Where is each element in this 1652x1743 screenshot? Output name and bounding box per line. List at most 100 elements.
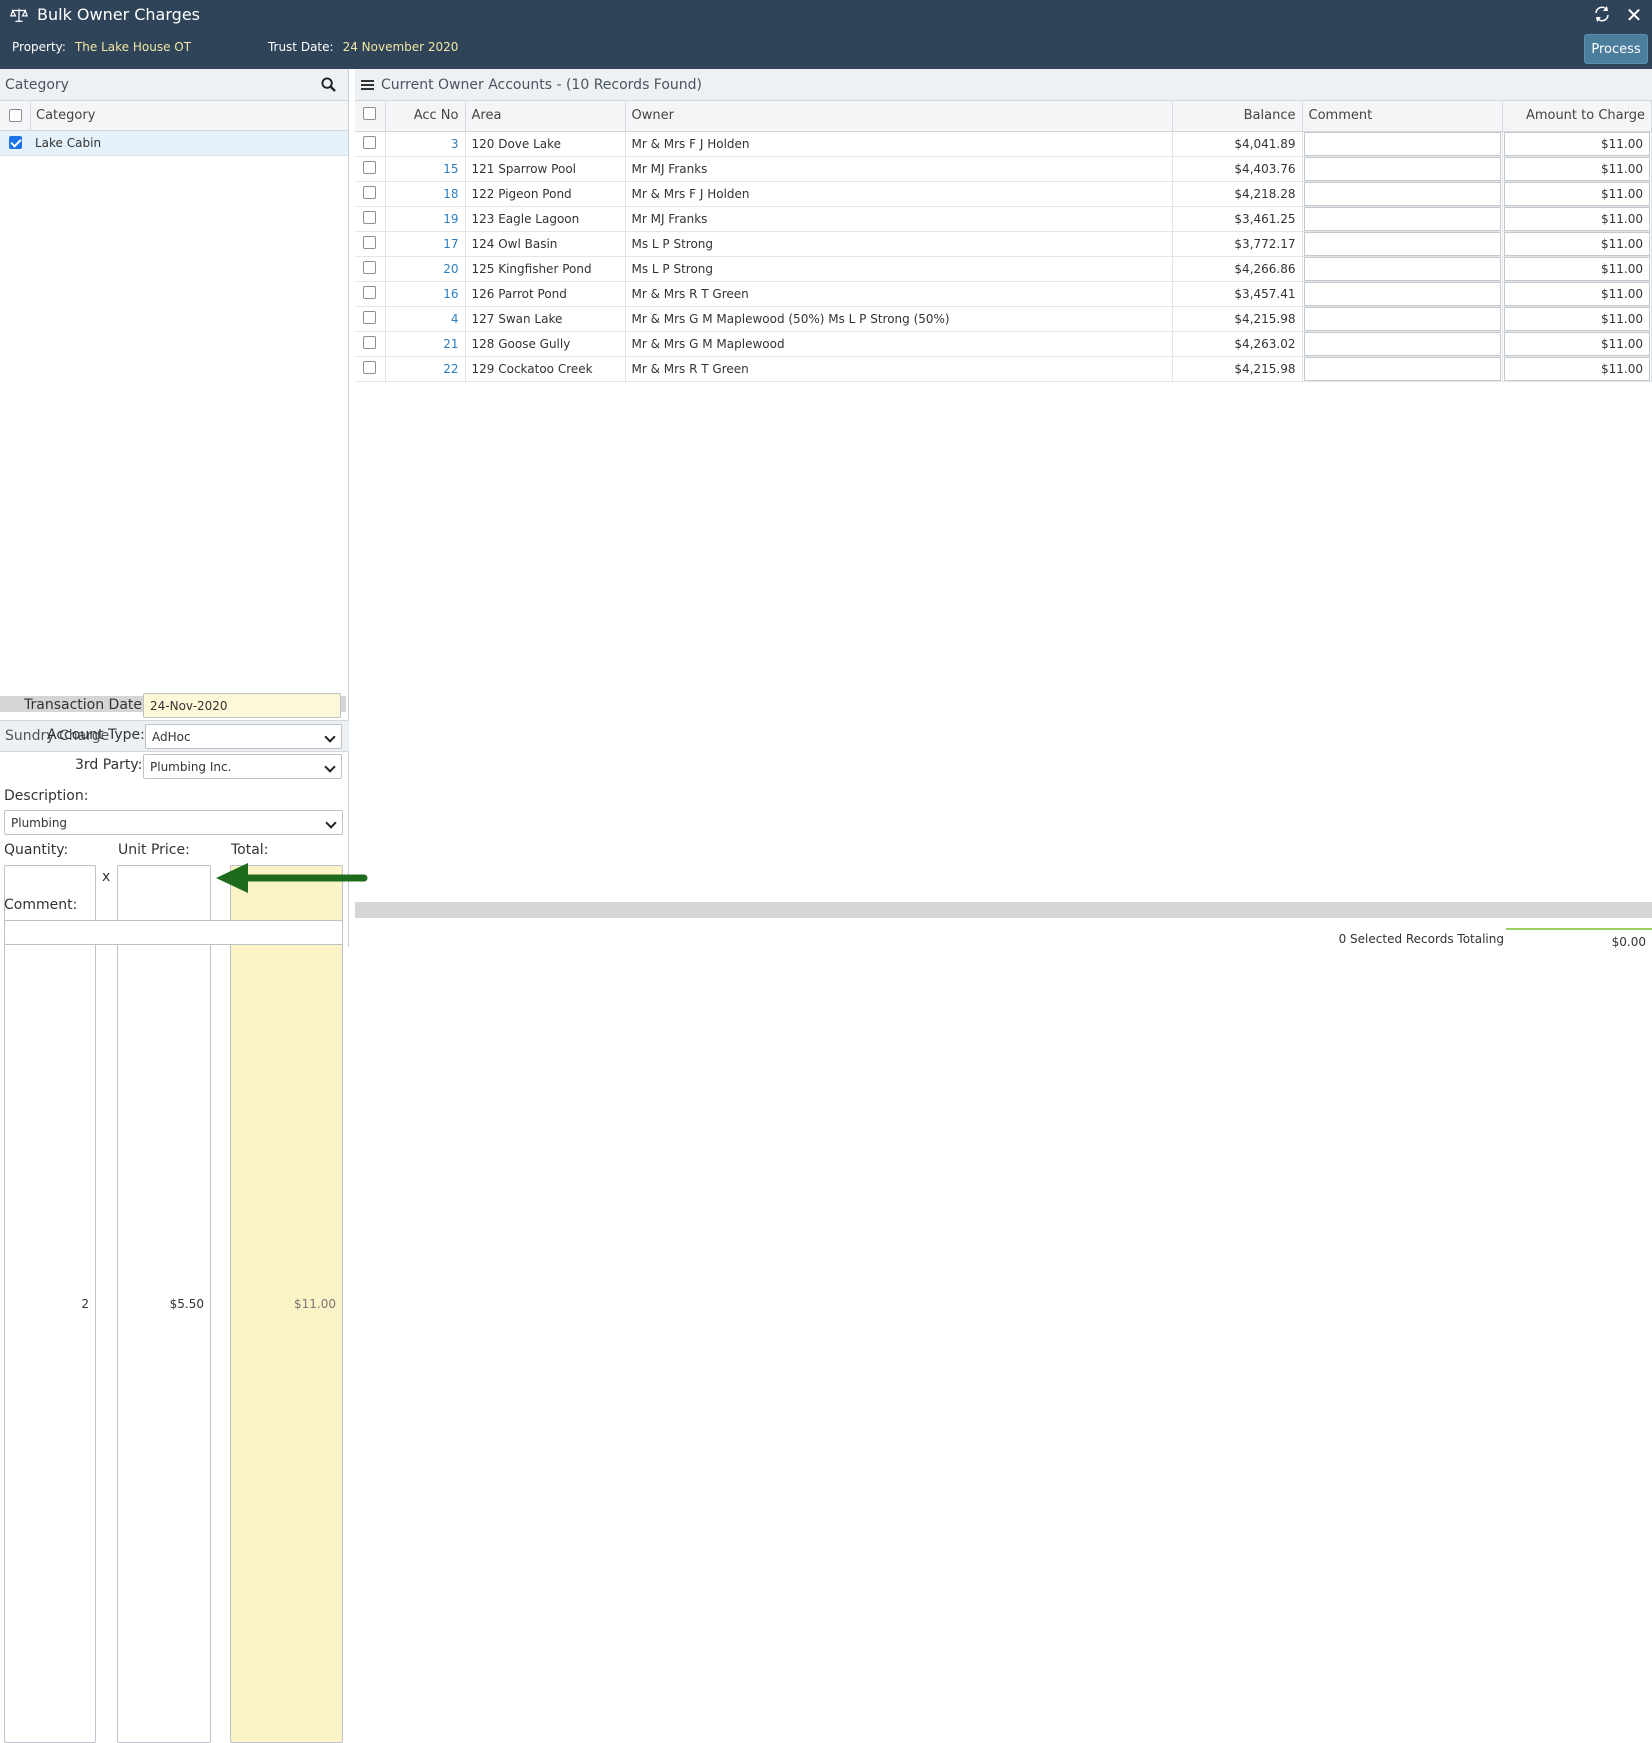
comment-cell-input[interactable] [1303,306,1501,331]
acc-no-link[interactable]: 22 [385,356,466,382]
table-row[interactable]: 21 128 Goose Gully Mr & Mrs G M Maplewoo… [355,331,1652,357]
comment-cell-input[interactable] [1303,131,1501,156]
amount-cell-input[interactable]: $11.00 [1503,131,1650,156]
unit-price-label: Unit Price: [118,842,190,858]
menu-icon[interactable] [361,78,375,92]
acc-no-link[interactable]: 16 [385,281,466,307]
row-checkbox[interactable] [363,210,377,224]
amount-cell-input[interactable]: $11.00 [1503,331,1650,356]
process-button[interactable]: Process [1584,34,1648,64]
amount-cell-input[interactable]: $11.00 [1503,206,1650,231]
category-panel-header: Category [0,69,348,101]
row-checkbox[interactable] [363,360,377,374]
transaction-date-field[interactable]: 24-Nov-2020 [143,693,341,718]
accounts-table: Acc No Area Owner Balance Comment Amount… [355,101,1652,382]
comment-column-header[interactable]: Comment [1302,101,1503,132]
search-icon[interactable] [321,77,336,92]
transaction-date-label: Transaction Date: [24,697,147,713]
table-row[interactable]: 20 125 Kingfisher Pond Ms L P Strong $4,… [355,256,1652,282]
accounts-panel-title: Current Owner Accounts - (10 Records Fou… [381,76,703,93]
acc-no-link[interactable]: 15 [385,156,466,182]
amount-cell-input[interactable]: $11.00 [1503,306,1650,331]
comment-cell-input[interactable] [1303,156,1501,181]
row-checkbox[interactable] [363,335,377,349]
window-header: Bulk Owner Charges Property: The Lake Ho… [0,0,1652,69]
table-row[interactable]: 15 121 Sparrow Pool Mr MJ Franks $4,403.… [355,156,1652,182]
amount-cell-input[interactable]: $11.00 [1503,356,1650,381]
row-checkbox[interactable] [363,260,377,274]
quantity-input[interactable]: 2 [4,865,96,1743]
comment-cell-input[interactable] [1303,331,1501,356]
row-checkbox[interactable] [363,185,377,199]
acc-no-link[interactable]: 21 [385,331,466,357]
area-column-header[interactable]: Area [465,101,626,132]
amount-cell-input[interactable]: $11.00 [1503,156,1650,181]
balance-cell: $4,041.89 [1172,131,1303,157]
selection-footer: 0 Selected Records Totaling $0.00 [355,926,1652,949]
row-checkbox[interactable] [363,310,377,324]
acc-no-link[interactable]: 18 [385,181,466,207]
table-row[interactable]: 18 122 Pigeon Pond Mr & Mrs F J Holden $… [355,181,1652,207]
acc-no-column-header[interactable]: Acc No [385,101,466,132]
comment-cell-input[interactable] [1303,206,1501,231]
account-type-select[interactable]: AdHoc [145,724,342,749]
row-checkbox[interactable] [363,135,377,149]
owner-cell: Ms L P Strong [625,231,1173,257]
description-select[interactable]: Plumbing [4,810,343,835]
area-cell: 128 Goose Gully [465,331,626,357]
accounts-scrollbar[interactable] [355,902,1652,918]
area-cell: 127 Swan Lake [465,306,626,332]
arrow-left-icon [216,863,368,893]
balance-cell: $4,263.02 [1172,331,1303,357]
owner-column-header[interactable]: Owner [625,101,1173,132]
table-row[interactable]: 17 124 Owl Basin Ms L P Strong $3,772.17… [355,231,1652,257]
row-checkbox[interactable] [363,160,377,174]
owner-cell: Mr & Mrs R T Green [625,356,1173,382]
amount-cell-input[interactable]: $11.00 [1503,231,1650,256]
comment-cell-input[interactable] [1303,281,1501,306]
table-row[interactable]: 3 120 Dove Lake Mr & Mrs F J Holden $4,0… [355,131,1652,157]
acc-no-link[interactable]: 3 [385,131,466,157]
amount-column-header[interactable]: Amount to Charge [1502,101,1652,132]
category-row[interactable]: Lake Cabin [0,131,348,156]
table-row[interactable]: 16 126 Parrot Pond Mr & Mrs R T Green $3… [355,281,1652,307]
owner-accounts-panel: Current Owner Accounts - (10 Records Fou… [355,69,1652,949]
select-all-categories-checkbox[interactable] [8,108,22,122]
refresh-icon[interactable] [1592,4,1612,24]
category-row-checkbox[interactable] [8,136,22,149]
table-row[interactable]: 4 127 Swan Lake Mr & Mrs G M Maplewood (… [355,306,1652,332]
area-cell: 126 Parrot Pond [465,281,626,307]
select-all-accounts-checkbox[interactable] [363,107,377,121]
owner-cell: Ms L P Strong [625,256,1173,282]
owner-cell: Mr & Mrs G M Maplewood [625,331,1173,357]
amount-cell-input[interactable]: $11.00 [1503,256,1650,281]
comment-input[interactable] [4,920,343,945]
third-party-label: 3rd Party: [75,757,143,773]
comment-cell-input[interactable] [1303,231,1501,256]
balance-cell: $4,218.28 [1172,181,1303,207]
unit-price-input[interactable]: $5.50 [117,865,211,1743]
row-checkbox[interactable] [363,235,377,249]
comment-cell-input[interactable] [1303,356,1501,381]
owner-cell: Mr MJ Franks [625,156,1173,182]
comment-cell-input[interactable] [1303,256,1501,281]
acc-no-link[interactable]: 20 [385,256,466,282]
close-icon[interactable]: ✕ [1624,5,1644,25]
area-cell: 129 Cockatoo Creek [465,356,626,382]
acc-no-link[interactable]: 17 [385,231,466,257]
table-row[interactable]: 19 123 Eagle Lagoon Mr MJ Franks $3,461.… [355,206,1652,232]
total-label: Total: [231,842,269,858]
amount-cell-input[interactable]: $11.00 [1503,281,1650,306]
row-checkbox[interactable] [363,285,377,299]
table-row[interactable]: 22 129 Cockatoo Creek Mr & Mrs R T Green… [355,356,1652,382]
amount-cell-input[interactable]: $11.00 [1503,181,1650,206]
selected-records-label: 0 Selected Records Totaling [1338,932,1504,946]
balance-cell: $3,772.17 [1172,231,1303,257]
third-party-select[interactable]: Plumbing Inc. [143,754,342,779]
acc-no-link[interactable]: 4 [385,306,466,332]
balance-cell: $4,403.76 [1172,156,1303,182]
balance-column-header[interactable]: Balance [1172,101,1303,132]
account-type-label: Account Type: [47,727,145,743]
comment-cell-input[interactable] [1303,181,1501,206]
acc-no-link[interactable]: 19 [385,206,466,232]
